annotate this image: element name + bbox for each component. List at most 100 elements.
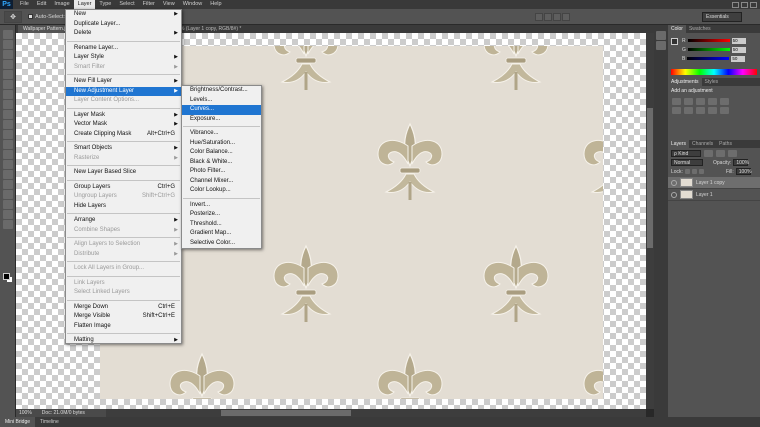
menu-select[interactable]: Select <box>115 0 138 9</box>
menu-item-vector-mask[interactable]: Vector Mask ▶ <box>66 120 181 130</box>
clone-stamp-tool-icon[interactable] <box>2 110 13 119</box>
menu-item-delete[interactable]: Delete ▶ <box>66 29 181 39</box>
menu-window[interactable]: Window <box>179 0 207 9</box>
menu-item-channel-mixer[interactable]: Channel Mixer... <box>182 177 261 187</box>
align-center-icon[interactable] <box>543 12 552 21</box>
tab-swatches[interactable]: Swatches <box>686 25 714 33</box>
distribute-icon[interactable] <box>561 12 570 21</box>
slider-track[interactable] <box>687 48 730 51</box>
opacity-input[interactable]: 100% <box>733 159 749 166</box>
menu-filter[interactable]: Filter <box>139 0 159 9</box>
auto-select-checkbox[interactable] <box>28 14 33 19</box>
brush-tool-icon[interactable] <box>2 100 13 109</box>
history-brush-tool-icon[interactable] <box>2 120 13 129</box>
menu-item-hue-saturation[interactable]: Hue/Saturation... <box>182 139 261 149</box>
menu-view[interactable]: View <box>159 0 179 9</box>
tab-layers[interactable]: Layers <box>668 140 690 148</box>
eyedropper-tool-icon[interactable] <box>2 80 13 89</box>
menu-item-vibrance[interactable]: Vibrance... <box>182 129 261 139</box>
shape-tool-icon[interactable] <box>2 200 13 209</box>
healing-tool-icon[interactable] <box>2 90 13 99</box>
color-spectrum[interactable] <box>671 69 757 75</box>
layer-row[interactable]: Layer 1 <box>668 189 760 201</box>
menu-item-invert[interactable]: Invert... <box>182 201 261 211</box>
horizontal-scrollbar[interactable] <box>16 409 646 417</box>
menu-item-levels[interactable]: Levels... <box>182 96 261 106</box>
menu-item-layer-style[interactable]: Layer Style ▶ <box>66 53 181 63</box>
menu-item-posterize[interactable]: Posterize... <box>182 210 261 220</box>
channel-mixer-adjust-icon[interactable] <box>720 107 729 114</box>
tab-color[interactable]: Color <box>668 25 686 33</box>
visibility-eye-icon[interactable] <box>671 179 677 186</box>
close-button[interactable] <box>750 1 757 8</box>
dodge-tool-icon[interactable] <box>2 160 13 169</box>
pen-tool-icon[interactable] <box>2 170 13 179</box>
color-swatches[interactable] <box>3 273 13 283</box>
menu-item-smart-objects[interactable]: Smart Objects ▶ <box>66 144 181 154</box>
vertical-scroll-thumb[interactable] <box>647 108 653 248</box>
menu-item-merge-visible[interactable]: Merge Visible Shift+Ctrl+E <box>66 312 181 322</box>
photo-filter-adjust-icon[interactable] <box>708 107 717 114</box>
filter-adjust-icon[interactable] <box>716 150 725 157</box>
quick-select-tool-icon[interactable] <box>2 60 13 69</box>
lasso-tool-icon[interactable] <box>2 50 13 59</box>
blend-mode-select[interactable]: Normal <box>671 159 703 166</box>
menu-item-matting[interactable]: Matting ▶ <box>66 336 181 346</box>
menu-image[interactable]: Image <box>50 0 73 9</box>
vertical-scrollbar[interactable] <box>646 33 654 409</box>
marquee-tool-icon[interactable] <box>2 40 13 49</box>
menu-item-new-fill-layer[interactable]: New Fill Layer ▶ <box>66 77 181 87</box>
tab-styles[interactable]: Styles <box>702 78 722 86</box>
history-icon[interactable] <box>656 31 666 40</box>
menu-item-color-lookup[interactable]: Color Lookup... <box>182 186 261 196</box>
filter-type-icon[interactable] <box>728 150 737 157</box>
tab-adjustments[interactable]: Adjustments <box>668 78 702 86</box>
horizontal-scroll-thumb[interactable] <box>221 410 351 416</box>
gradient-tool-icon[interactable] <box>2 140 13 149</box>
levels-adjust-icon[interactable] <box>684 98 693 105</box>
menu-item-hide-layers[interactable]: Hide Layers <box>66 202 181 212</box>
foreground-color[interactable] <box>3 273 10 280</box>
menu-item-gradient-map[interactable]: Gradient Map... <box>182 229 261 239</box>
menu-item-selective-color[interactable]: Selective Color... <box>182 239 261 249</box>
lock-position-icon[interactable] <box>691 169 697 174</box>
color-slider-g[interactable]: G 50 <box>668 45 760 54</box>
slider-track[interactable] <box>687 57 730 60</box>
layer-row[interactable]: Layer 1 copy <box>668 177 760 189</box>
menu-item-curves[interactable]: Curves... <box>182 105 261 115</box>
menu-type[interactable]: Type <box>95 0 115 9</box>
menu-item-new-layer-based-slice[interactable]: New Layer Based Slice <box>66 168 181 178</box>
vibrance-adjust-icon[interactable] <box>720 98 729 105</box>
document-tab[interactable]: Wallpaper Pattern.j <box>18 25 71 33</box>
menu-item-black-white[interactable]: Black & White... <box>182 158 261 168</box>
zoom-level[interactable]: 100% <box>19 409 32 417</box>
black-white-adjust-icon[interactable] <box>696 107 705 114</box>
align-right-icon[interactable] <box>552 12 561 21</box>
visibility-eye-icon[interactable] <box>671 191 677 198</box>
lock-pixels-icon[interactable] <box>684 169 690 174</box>
color-slider-r[interactable]: R 50 <box>668 36 760 45</box>
crop-tool-icon[interactable] <box>2 70 13 79</box>
fill-input[interactable]: 100% <box>735 168 752 175</box>
menu-item-new[interactable]: New ▶ <box>66 10 181 20</box>
kind-filter-select[interactable]: ρ Kind <box>671 150 701 157</box>
menu-item-flatten-image[interactable]: Flatten Image <box>66 322 181 332</box>
move-tool-preset-icon[interactable]: ✥ <box>4 10 22 23</box>
hue-sat-adjust-icon[interactable] <box>672 107 681 114</box>
tab-timeline[interactable]: Timeline <box>35 417 64 427</box>
menu-file[interactable]: File <box>16 0 33 9</box>
menu-item-layer-mask[interactable]: Layer Mask ▶ <box>66 111 181 121</box>
menu-edit[interactable]: Edit <box>33 0 50 9</box>
menu-item-threshold[interactable]: Threshold... <box>182 220 261 230</box>
menu-item-color-balance[interactable]: Color Balance... <box>182 148 261 158</box>
minimize-button[interactable] <box>732 1 739 8</box>
move-tool-icon[interactable] <box>2 30 13 39</box>
menu-item-brightness-contrast[interactable]: Brightness/Contrast... <box>182 86 261 96</box>
menu-item-group-layers[interactable]: Group Layers Ctrl+G <box>66 183 181 193</box>
path-select-tool-icon[interactable] <box>2 190 13 199</box>
type-tool-icon[interactable] <box>2 180 13 189</box>
color-fg-swatch[interactable] <box>671 38 678 45</box>
channel-value[interactable]: 50 <box>731 55 746 62</box>
exposure-adjust-icon[interactable] <box>708 98 717 105</box>
menu-help[interactable]: Help <box>206 0 225 9</box>
